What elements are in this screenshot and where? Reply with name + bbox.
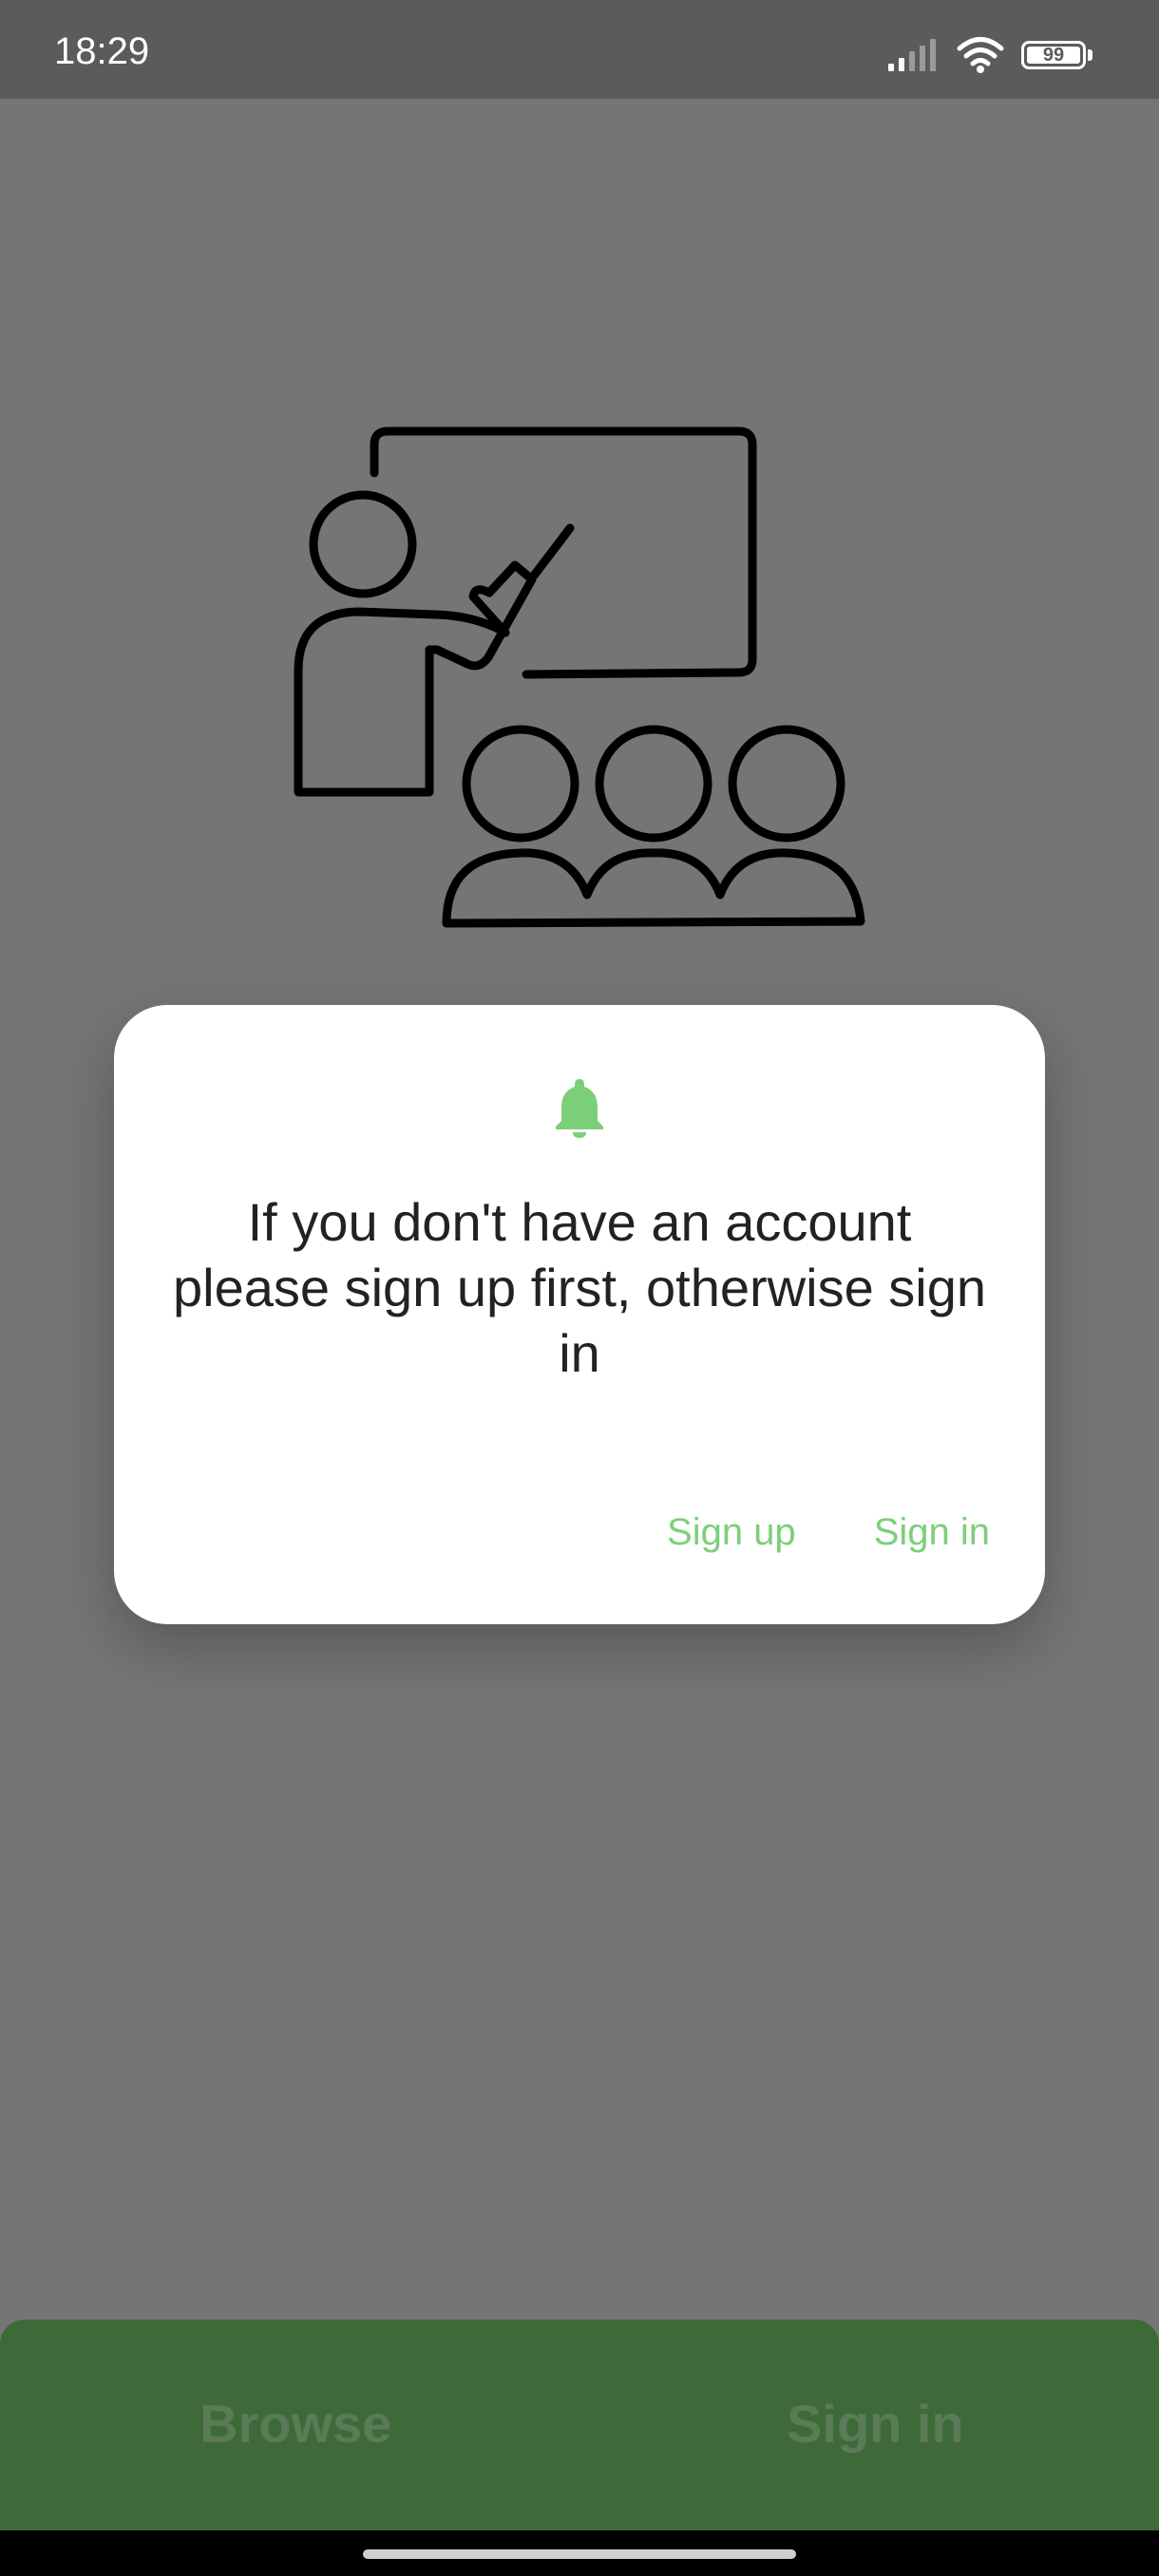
dialog-sign-in-button[interactable]: Sign in: [874, 1508, 990, 1556]
home-indicator[interactable]: [363, 2549, 796, 2559]
browse-button[interactable]: Browse: [200, 2394, 391, 2454]
dialog-actions: Sign up Sign in: [667, 1508, 990, 1556]
battery-icon: 99: [1021, 41, 1092, 69]
bottom-sign-in-button[interactable]: Sign in: [787, 2394, 964, 2454]
signal-icon: [888, 39, 936, 71]
teacher-with-students-icon: [294, 426, 865, 928]
dialog-message: If you don't have an account please sign…: [173, 1192, 986, 1383]
navigation-bar: [0, 2530, 1159, 2576]
battery-cap: [1088, 49, 1092, 61]
status-icons: 99: [886, 36, 1092, 74]
bell-icon: [556, 1079, 603, 1138]
status-time: 18:29: [54, 30, 150, 72]
battery-level: 99: [1042, 45, 1065, 66]
status-bar: 18:29 99: [0, 0, 1159, 99]
sign-up-button[interactable]: Sign up: [667, 1508, 796, 1556]
sign-in-dialog: If you don't have an account please sign…: [114, 1005, 1045, 1624]
bottom-action-panel: Browse Sign in: [0, 2320, 1159, 2530]
wifi-icon: [957, 37, 1004, 73]
battery-body: 99: [1021, 41, 1086, 69]
